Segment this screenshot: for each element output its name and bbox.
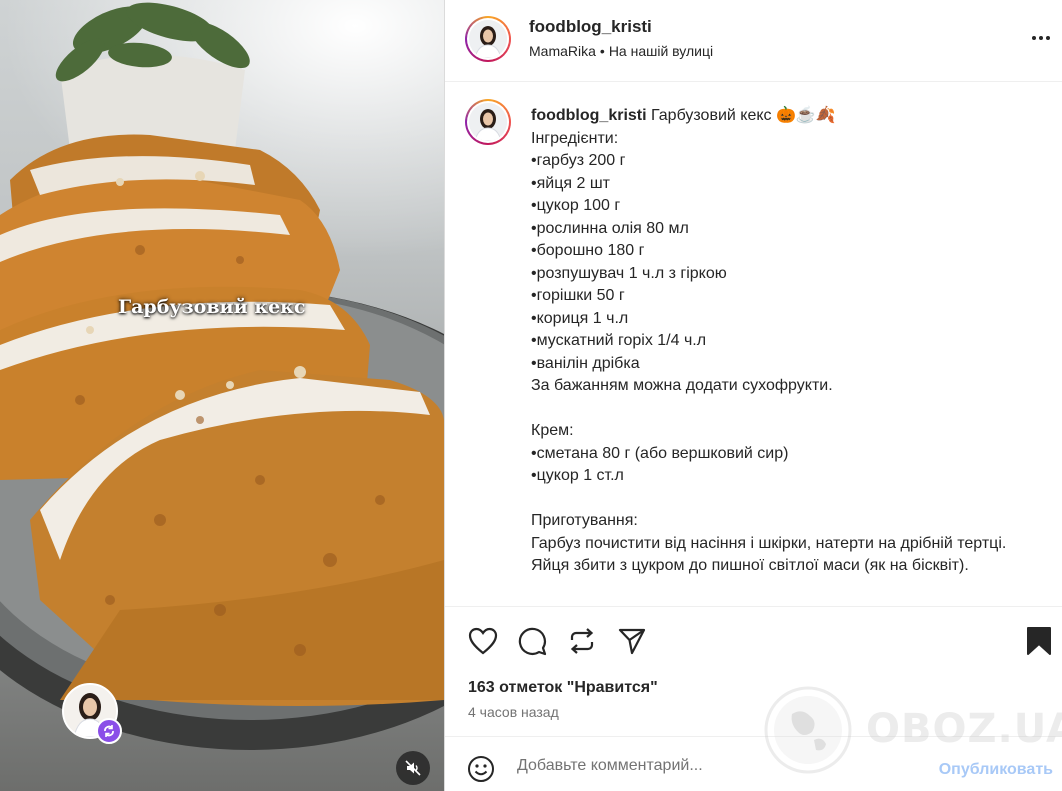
post-panel: foodblog_kristi MamaRika • На нашій вулиці… <box>444 0 1062 791</box>
author-username[interactable]: foodblog_kristi <box>529 17 652 37</box>
caption-line: •цукор 1 ст.л <box>531 467 624 484</box>
caption-author-avatar[interactable] <box>465 99 511 145</box>
caption-title: Гарбузовий кекс 🎃☕🍂 <box>651 107 836 124</box>
caption-text: foodblog_kristi Гарбузовий кекс 🎃☕🍂 Інгр… <box>531 105 1031 578</box>
caption-username[interactable]: foodblog_kristi <box>531 107 647 124</box>
comment-bar: Опубликовать <box>445 736 1062 791</box>
caption-line: Приготування: <box>531 512 638 529</box>
caption-line: •гарбуз 200 г <box>531 152 626 169</box>
like-count[interactable]: 163 отметок "Нравится" <box>468 679 658 697</box>
caption-line: Інгредієнти: <box>531 129 619 147</box>
audio-name[interactable]: MamaRika <box>529 43 596 59</box>
reel-overlay-title: Гарбузовий кекс <box>118 296 306 318</box>
comment-input[interactable] <box>517 755 917 777</box>
caption-line: •цукор 100 г <box>531 197 621 214</box>
caption-line: •кориця 1 ч.л <box>531 309 629 327</box>
caption-line: •яйця 2 шт <box>531 174 610 192</box>
share-button[interactable] <box>616 625 648 657</box>
cake-photo <box>0 2 444 750</box>
caption-line: •горішки 50 г <box>531 287 625 304</box>
mute-button[interactable] <box>396 751 430 785</box>
comment-icon <box>518 627 547 656</box>
remix-icon[interactable] <box>96 718 122 744</box>
save-button[interactable] <box>1023 625 1055 657</box>
post-actions: 163 отметок "Нравится" 4 часов назад <box>445 606 1062 736</box>
caption-line: Яйця збити з цукром до пишної світлої ма… <box>531 557 969 574</box>
like-button[interactable] <box>467 625 499 657</box>
post-media[interactable]: Гарбузовий кекс <box>0 0 444 791</box>
repost-button[interactable] <box>566 625 598 657</box>
caption-line: Гарбуз почистити від насіння і шкірки, н… <box>531 534 1007 552</box>
caption-line: •розпушувач 1 ч.л з гіркою <box>531 264 727 282</box>
caption-line <box>531 488 1031 511</box>
publish-button[interactable]: Опубликовать <box>939 761 1053 779</box>
post-meta: MamaRika • На нашій вулиці <box>529 43 714 59</box>
caption-line: •сметана 80 г (або вершковий сир) <box>531 444 789 462</box>
post-header: foodblog_kristi MamaRika • На нашій вулиці <box>445 0 1062 82</box>
caption-line: •ванілін дрібка <box>531 354 640 372</box>
caption-line: Крем: <box>531 422 574 439</box>
speaker-muted-icon <box>405 760 421 776</box>
comment-button[interactable] <box>516 625 548 657</box>
caption-line: •рослинна олія 80 мл <box>531 219 689 237</box>
caption-line: •мускатний горіх 1/4 ч.л <box>531 332 707 349</box>
caption-line: За бажанням можна додати сухофрукти. <box>531 377 833 394</box>
author-avatar[interactable] <box>465 16 511 62</box>
avatar-portrait-icon <box>469 103 507 141</box>
share-icon <box>618 628 646 655</box>
post-time[interactable]: 4 часов назад <box>468 704 559 720</box>
emoji-icon <box>468 756 494 782</box>
avatar-portrait-icon <box>469 20 507 58</box>
repost-icon <box>570 628 594 654</box>
caption-line: •борошно 180 г <box>531 242 645 259</box>
location-name[interactable]: На нашій вулиці <box>609 43 713 59</box>
more-horizontal-icon <box>1032 36 1036 40</box>
heart-icon <box>468 627 498 655</box>
emoji-button[interactable] <box>467 755 495 788</box>
caption-line <box>531 398 1031 421</box>
more-options-button[interactable] <box>1027 28 1055 48</box>
caption-area[interactable]: foodblog_kristi Гарбузовий кекс 🎃☕🍂 Інгр… <box>445 83 1062 606</box>
save-icon <box>1027 627 1051 655</box>
